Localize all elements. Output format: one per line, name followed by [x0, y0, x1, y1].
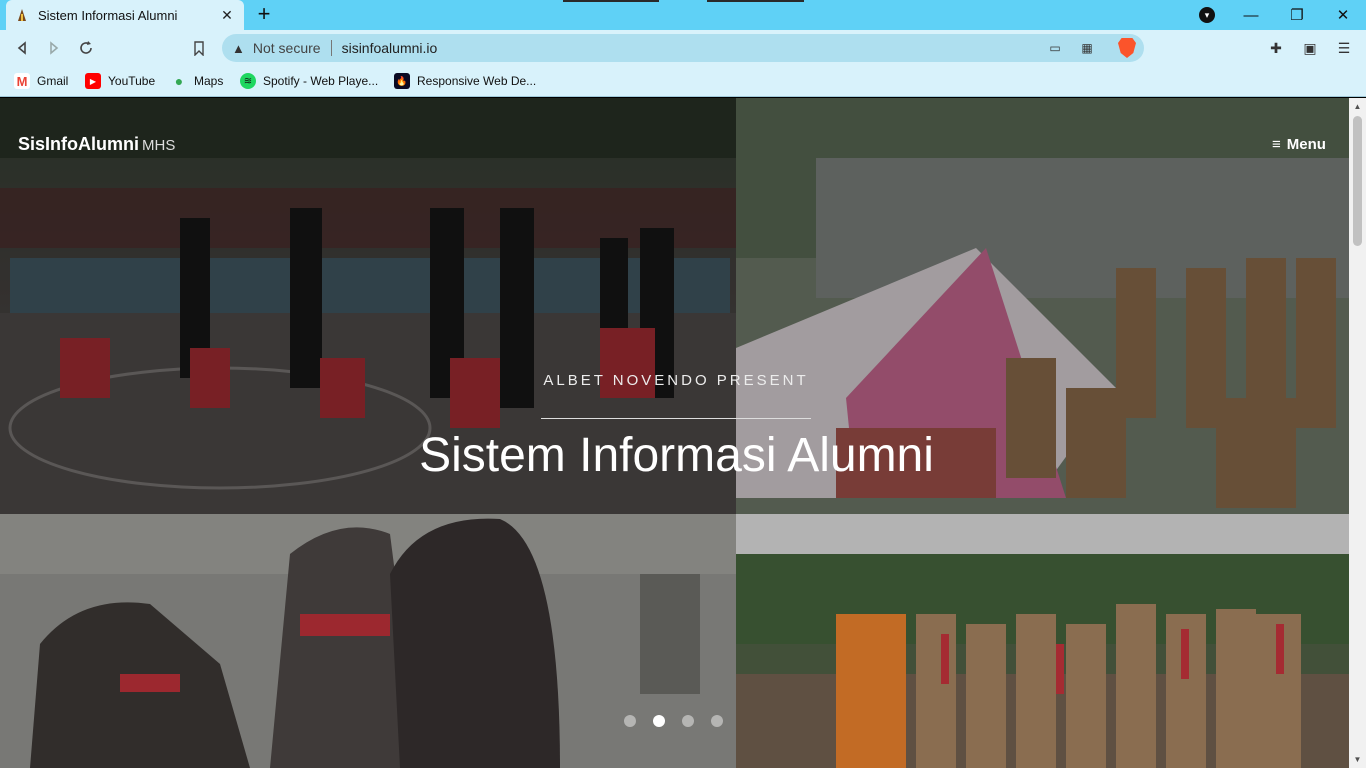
tab-close-icon[interactable]: ✕ — [218, 7, 236, 24]
hero-divider — [541, 418, 811, 419]
bookmark-label: Spotify - Web Playe... — [263, 74, 379, 88]
brand-subtitle: MHS — [142, 137, 176, 154]
freecodecamp-icon: 🔥 — [394, 73, 410, 89]
carousel-dot[interactable] — [624, 715, 636, 727]
cast-icon[interactable]: ▭ — [1046, 39, 1064, 57]
brave-shields-icon[interactable] — [1118, 38, 1136, 58]
spotify-icon: ≋ — [240, 73, 256, 89]
maps-icon: ● — [174, 73, 184, 89]
photo-scout-group — [736, 514, 1349, 768]
bookmark-icon — [194, 40, 204, 56]
wallet-icon[interactable]: ▣ — [1300, 38, 1320, 58]
reload-icon — [80, 41, 92, 54]
gmail-icon: M — [14, 73, 30, 89]
bookmark-label: Gmail — [37, 74, 69, 88]
site-favicon-icon — [14, 7, 30, 23]
divider — [330, 40, 332, 56]
back-arrow-icon — [17, 41, 26, 55]
photo-students-close-up — [0, 514, 736, 768]
bookmarks-bar: M Gmail ▶ YouTube ● Maps ≋ Spotify - Web… — [0, 66, 1366, 97]
tab-search-icon[interactable]: ▾ — [1199, 7, 1215, 23]
scroll-up-icon[interactable]: ▲ — [1349, 98, 1366, 115]
tab-strip: Sistem Informasi Alumni ✕ + ▾ — ❐ ✕ — [0, 0, 1366, 30]
bookmark-page-button[interactable] — [187, 36, 211, 60]
extensions-puzzle-icon[interactable]: ✚ — [1266, 38, 1286, 58]
bookmark-gmail[interactable]: M Gmail — [14, 71, 68, 91]
not-secure-warning-icon: ▲ — [232, 40, 245, 56]
site-brand[interactable]: SisInfoAlumni MHS — [18, 134, 175, 155]
bookmark-label: YouTube — [108, 74, 156, 88]
page-scrollbar[interactable]: ▲ ▼ — [1349, 98, 1366, 768]
bookmark-label: Responsive Web De... — [417, 74, 537, 88]
close-window-button[interactable]: ✕ — [1320, 0, 1366, 30]
bookmark-label: Maps — [194, 74, 224, 88]
youtube-icon: ▶ — [85, 73, 101, 89]
restore-button[interactable]: ❐ — [1274, 0, 1320, 30]
carousel-dot[interactable] — [682, 715, 694, 727]
minimize-button[interactable]: — — [1228, 0, 1274, 30]
hero-kicker: ALBET NOVENDO PRESENT — [543, 372, 809, 389]
forward-button[interactable] — [42, 36, 66, 60]
brand-name: SisInfoAlumni — [18, 134, 139, 154]
bookmark-spotify[interactable]: ≋ Spotify - Web Playe... — [240, 71, 378, 91]
reload-button[interactable] — [74, 36, 98, 60]
new-tab-button[interactable]: + — [252, 3, 276, 27]
scroll-down-icon[interactable]: ▼ — [1349, 751, 1366, 768]
tab-title: Sistem Informasi Alumni — [38, 7, 178, 23]
bookmark-youtube[interactable]: ▶ YouTube — [85, 71, 155, 91]
active-tab[interactable]: Sistem Informasi Alumni ✕ — [6, 0, 244, 30]
scrollbar-thumb[interactable] — [1353, 116, 1362, 246]
forward-arrow-icon — [50, 41, 59, 55]
qr-code-icon[interactable]: ▦ — [1078, 39, 1096, 57]
url-text[interactable]: sisinfoalumni.io — [342, 40, 438, 56]
carousel-dot[interactable] — [711, 715, 723, 727]
browser-toolbar: ▲ Not secure sisinfoalumni.io ▭ ▦ ✚ ▣ ☰ — [0, 30, 1366, 66]
menu-button[interactable]: ≡ Menu — [1272, 136, 1326, 153]
carousel-indicators — [624, 715, 723, 727]
bookmark-freecodecamp[interactable]: 🔥 Responsive Web De... — [394, 71, 536, 91]
bookmark-maps[interactable]: ● Maps — [171, 71, 224, 91]
hamburger-icon: ≡ — [1272, 136, 1281, 153]
tab-strip-marker — [707, 0, 804, 2]
browser-menu-icon[interactable]: ☰ — [1334, 38, 1354, 58]
security-status[interactable]: Not secure — [253, 40, 321, 56]
address-bar[interactable]: ▲ Not secure sisinfoalumni.io ▭ ▦ — [222, 34, 1144, 62]
tab-strip-marker — [563, 0, 659, 2]
back-button[interactable] — [10, 36, 34, 60]
hero-title: Sistem Informasi Alumni — [419, 429, 934, 482]
menu-label: Menu — [1286, 136, 1326, 153]
carousel-dot-active[interactable] — [653, 715, 665, 727]
